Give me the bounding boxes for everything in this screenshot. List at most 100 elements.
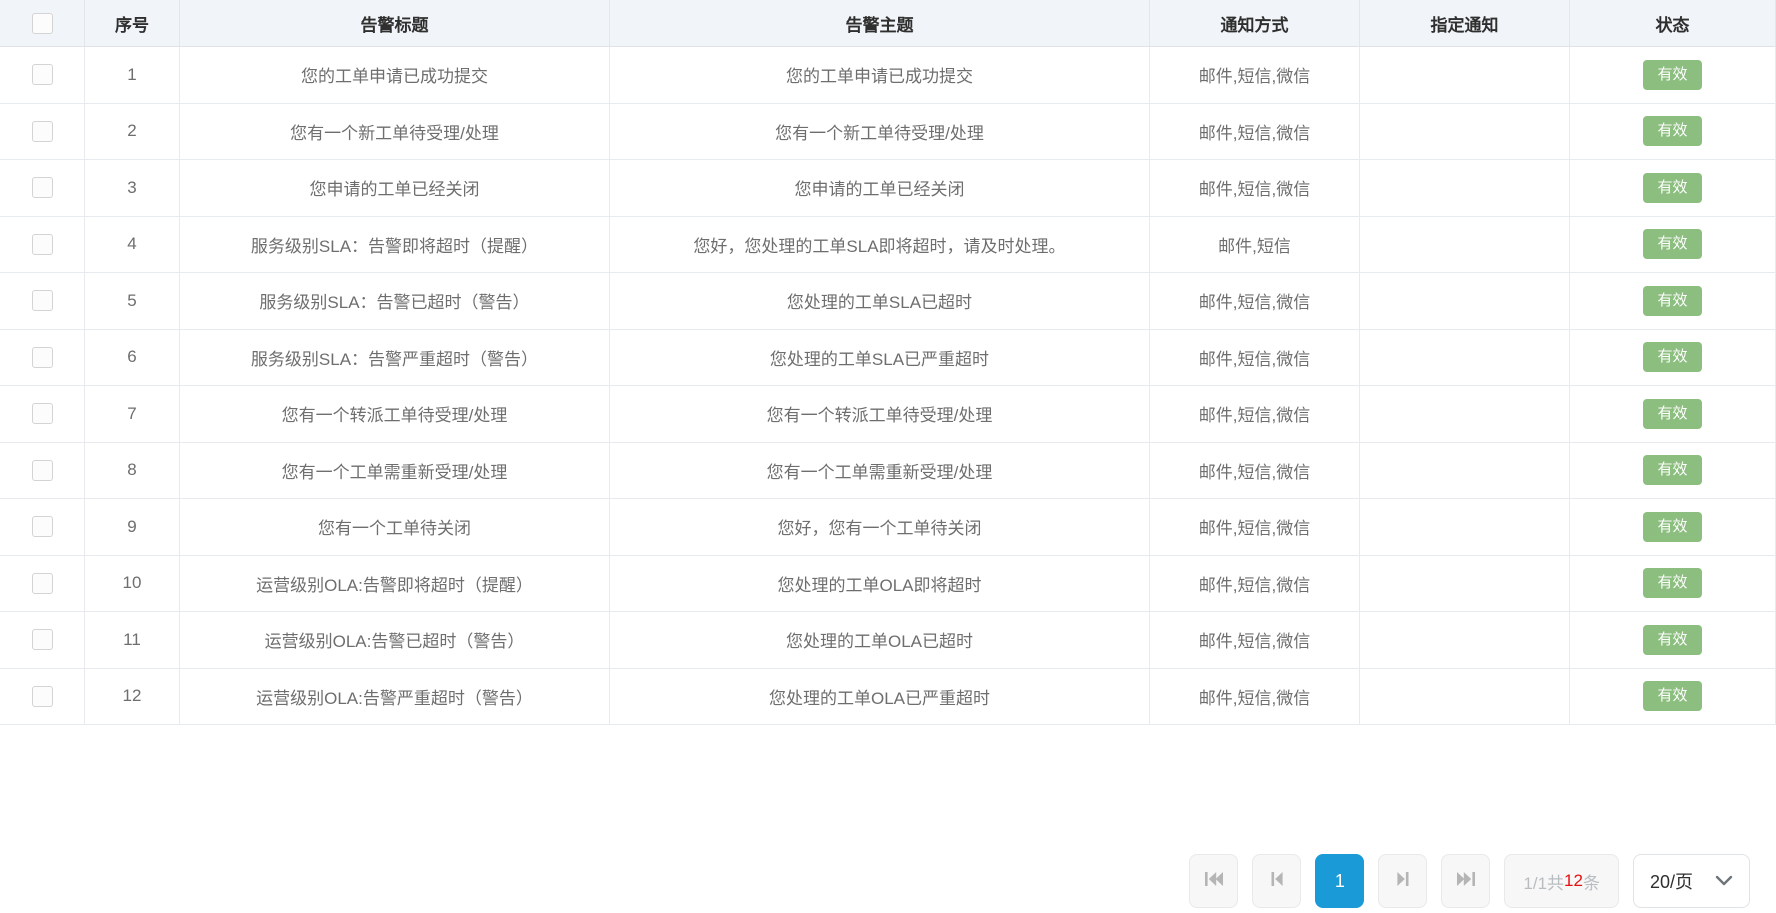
table-row: 4 服务级别SLA：告警即将超时（提醒） 您好，您处理的工单SLA即将超时，请及… xyxy=(0,217,1776,274)
assigned-notify xyxy=(1360,499,1570,556)
assigned-notify xyxy=(1360,330,1570,387)
row-checkbox[interactable] xyxy=(32,686,53,707)
row-status-cell: 有效 xyxy=(1570,47,1776,104)
alert-subject: 您处理的工单SLA已严重超时 xyxy=(610,330,1150,387)
notify-method: 邮件,短信,微信 xyxy=(1150,330,1360,387)
assigned-notify xyxy=(1360,104,1570,161)
pagination-info-suffix: 条 xyxy=(1583,869,1600,894)
assigned-notify xyxy=(1360,47,1570,104)
table-row: 9 您有一个工单待关闭 您好，您有一个工单待关闭 邮件,短信,微信 有效 xyxy=(0,499,1776,556)
prev-page-icon xyxy=(1265,867,1289,896)
row-index: 11 xyxy=(85,612,180,669)
status-badge[interactable]: 有效 xyxy=(1643,173,1701,203)
alert-subject: 您处理的工单SLA已超时 xyxy=(610,273,1150,330)
prev-page-button[interactable] xyxy=(1252,854,1301,908)
table-row: 5 服务级别SLA：告警已超时（警告） 您处理的工单SLA已超时 邮件,短信,微… xyxy=(0,273,1776,330)
status-badge[interactable]: 有效 xyxy=(1643,512,1701,542)
status-badge[interactable]: 有效 xyxy=(1643,116,1701,146)
row-checkbox-cell xyxy=(0,104,85,161)
column-header-subject: 告警主题 xyxy=(610,0,1150,47)
pagination: 1 1/1共12条 20/页 xyxy=(1189,854,1750,908)
notify-method: 邮件,短信,微信 xyxy=(1150,104,1360,161)
table-row: 2 您有一个新工单待受理/处理 您有一个新工单待受理/处理 邮件,短信,微信 有… xyxy=(0,104,1776,161)
page-size-select[interactable]: 20/页 xyxy=(1633,854,1750,908)
status-badge[interactable]: 有效 xyxy=(1643,60,1701,90)
alert-subject: 您好，您处理的工单SLA即将超时，请及时处理。 xyxy=(610,217,1150,274)
select-all-cell xyxy=(0,0,85,47)
alert-subject: 您处理的工单OLA已严重超时 xyxy=(610,669,1150,726)
status-badge[interactable]: 有效 xyxy=(1643,568,1701,598)
row-checkbox-cell xyxy=(0,669,85,726)
row-checkbox[interactable] xyxy=(32,573,53,594)
pagination-info-prefix: 1/1共 xyxy=(1523,869,1564,894)
first-page-button[interactable] xyxy=(1189,854,1238,908)
assigned-notify xyxy=(1360,273,1570,330)
status-badge[interactable]: 有效 xyxy=(1643,286,1701,316)
select-all-checkbox[interactable] xyxy=(32,13,53,34)
row-checkbox-cell xyxy=(0,330,85,387)
page-size-value: 20/页 xyxy=(1650,868,1693,894)
row-status-cell: 有效 xyxy=(1570,273,1776,330)
alert-title: 您的工单申请已成功提交 xyxy=(180,47,610,104)
column-header-assigned: 指定通知 xyxy=(1360,0,1570,47)
row-checkbox[interactable] xyxy=(32,460,53,481)
row-status-cell: 有效 xyxy=(1570,104,1776,161)
row-index: 2 xyxy=(85,104,180,161)
status-badge[interactable]: 有效 xyxy=(1643,455,1701,485)
next-page-button[interactable] xyxy=(1378,854,1427,908)
row-index: 9 xyxy=(85,499,180,556)
current-page-button[interactable]: 1 xyxy=(1315,854,1364,908)
row-checkbox-cell xyxy=(0,47,85,104)
assigned-notify xyxy=(1360,443,1570,500)
row-checkbox[interactable] xyxy=(32,403,53,424)
row-checkbox[interactable] xyxy=(32,516,53,537)
row-status-cell: 有效 xyxy=(1570,556,1776,613)
column-header-notify: 通知方式 xyxy=(1150,0,1360,47)
row-index: 3 xyxy=(85,160,180,217)
row-checkbox[interactable] xyxy=(32,177,53,198)
status-badge[interactable]: 有效 xyxy=(1643,342,1701,372)
last-page-button[interactable] xyxy=(1441,854,1490,908)
row-checkbox-cell xyxy=(0,612,85,669)
notify-method: 邮件,短信,微信 xyxy=(1150,273,1360,330)
table-row: 12 运营级别OLA:告警严重超时（警告） 您处理的工单OLA已严重超时 邮件,… xyxy=(0,669,1776,726)
alert-title: 运营级别OLA:告警已超时（警告） xyxy=(180,612,610,669)
notify-method: 邮件,短信,微信 xyxy=(1150,47,1360,104)
row-status-cell: 有效 xyxy=(1570,499,1776,556)
row-checkbox[interactable] xyxy=(32,64,53,85)
alert-subject: 您有一个工单需重新受理/处理 xyxy=(610,443,1150,500)
row-index: 8 xyxy=(85,443,180,500)
row-checkbox[interactable] xyxy=(32,290,53,311)
row-checkbox-cell xyxy=(0,386,85,443)
table-row: 3 您申请的工单已经关闭 您申请的工单已经关闭 邮件,短信,微信 有效 xyxy=(0,160,1776,217)
row-index: 10 xyxy=(85,556,180,613)
alert-subject: 您处理的工单OLA即将超时 xyxy=(610,556,1150,613)
alert-title: 服务级别SLA：告警已超时（警告） xyxy=(180,273,610,330)
table-row: 1 您的工单申请已成功提交 您的工单申请已成功提交 邮件,短信,微信 有效 xyxy=(0,47,1776,104)
row-checkbox-cell xyxy=(0,273,85,330)
row-checkbox[interactable] xyxy=(32,234,53,255)
row-checkbox[interactable] xyxy=(32,629,53,650)
row-status-cell: 有效 xyxy=(1570,669,1776,726)
alert-title: 您有一个工单需重新受理/处理 xyxy=(180,443,610,500)
status-badge[interactable]: 有效 xyxy=(1643,229,1701,259)
row-checkbox[interactable] xyxy=(32,347,53,368)
status-badge[interactable]: 有效 xyxy=(1643,681,1701,711)
first-page-icon xyxy=(1202,867,1226,896)
next-page-icon xyxy=(1391,867,1415,896)
alert-title: 您有一个工单待关闭 xyxy=(180,499,610,556)
row-checkbox-cell xyxy=(0,556,85,613)
status-badge[interactable]: 有效 xyxy=(1643,625,1701,655)
row-checkbox[interactable] xyxy=(32,121,53,142)
pagination-info: 1/1共12条 xyxy=(1504,854,1619,908)
assigned-notify xyxy=(1360,669,1570,726)
alert-subject: 您好，您有一个工单待关闭 xyxy=(610,499,1150,556)
status-badge[interactable]: 有效 xyxy=(1643,399,1701,429)
alert-title: 服务级别SLA：告警即将超时（提醒） xyxy=(180,217,610,274)
table-body: 1 您的工单申请已成功提交 您的工单申请已成功提交 邮件,短信,微信 有效 2 … xyxy=(0,47,1776,725)
table-header-row: 序号 告警标题 告警主题 通知方式 指定通知 状态 xyxy=(0,0,1776,47)
row-status-cell: 有效 xyxy=(1570,217,1776,274)
alert-subject: 您的工单申请已成功提交 xyxy=(610,47,1150,104)
row-index: 6 xyxy=(85,330,180,387)
alert-subject: 您有一个新工单待受理/处理 xyxy=(610,104,1150,161)
